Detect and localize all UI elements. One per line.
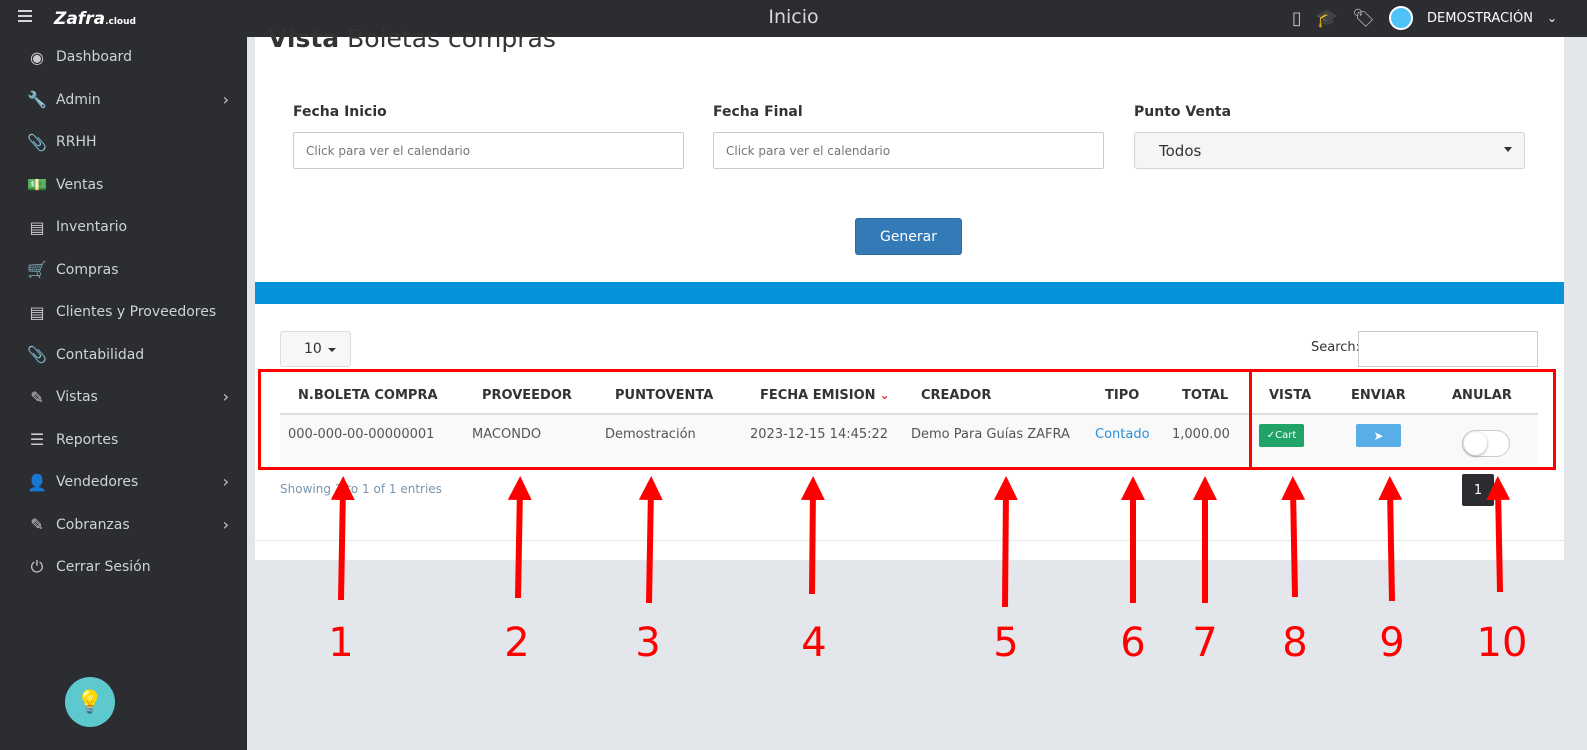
annotation-arrow-2 <box>507 476 532 599</box>
annotation-arrow-10 <box>1486 476 1511 593</box>
annotation-number: 4 <box>801 620 827 666</box>
annotation-number: 6 <box>1120 620 1146 666</box>
annotation-arrows <box>330 476 1511 608</box>
annotation-number: 3 <box>635 620 661 666</box>
annotation-arrow-9 <box>1378 476 1403 602</box>
annotation-number: 10 <box>1476 620 1528 666</box>
annotation-arrow-8 <box>1281 476 1306 598</box>
annotation-number: 7 <box>1192 620 1218 666</box>
annotation-arrow-4 <box>800 476 825 595</box>
annotation-number: 5 <box>993 620 1019 666</box>
annotation-arrow-1 <box>330 476 355 601</box>
annotation-number: 9 <box>1379 620 1405 666</box>
annotation-number: 8 <box>1282 620 1308 666</box>
annotation-arrow-3 <box>638 476 663 604</box>
annotation-number: 1 <box>328 620 354 666</box>
annotation-arrow-5 <box>993 476 1018 608</box>
annotation-number: 2 <box>504 620 530 666</box>
